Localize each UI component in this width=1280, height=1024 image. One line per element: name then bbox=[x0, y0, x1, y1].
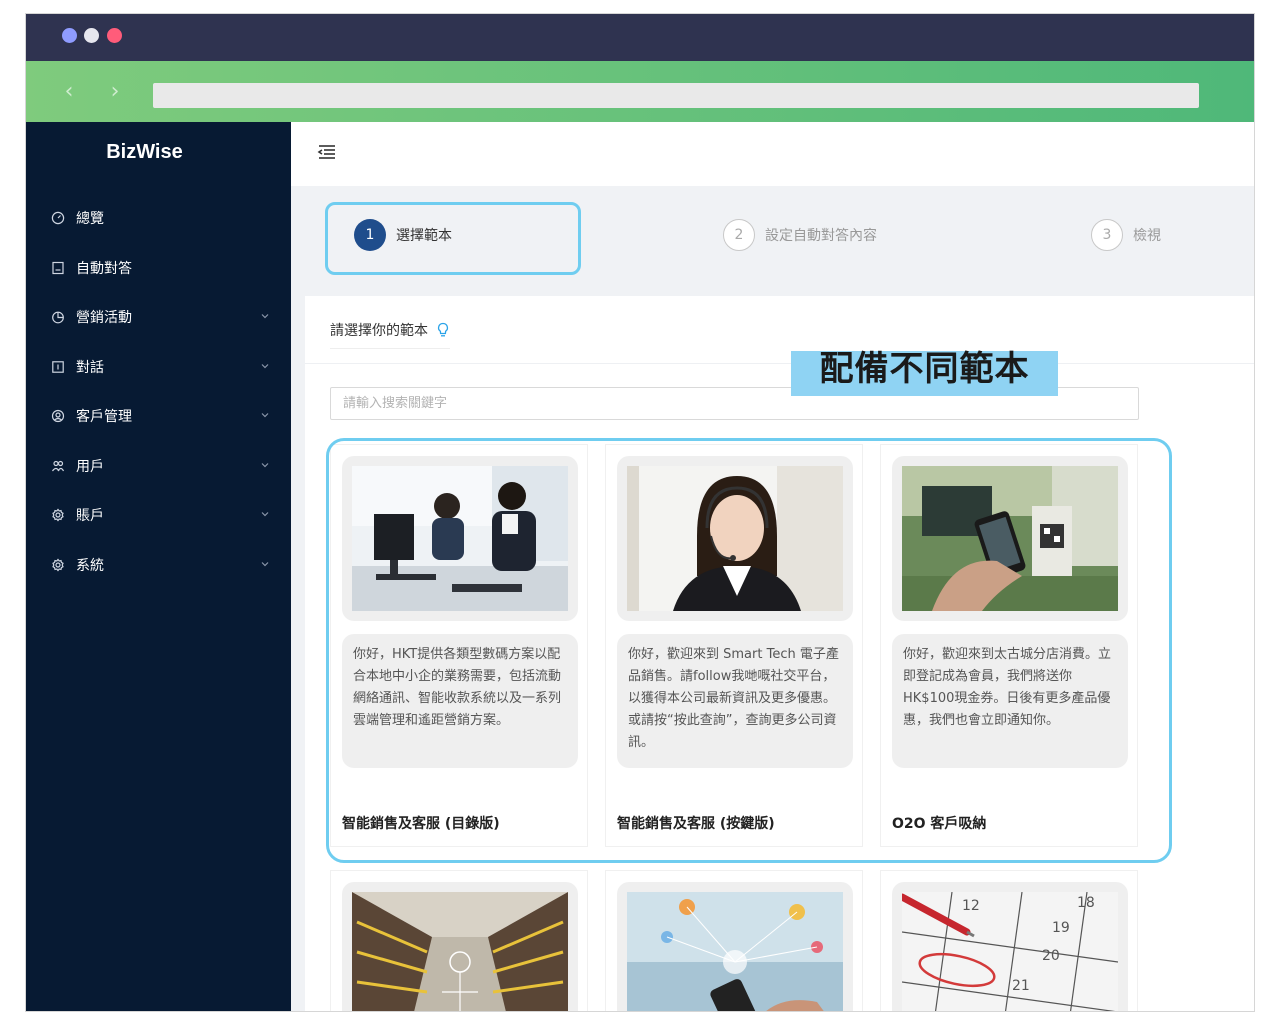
card-image-frame bbox=[892, 456, 1128, 621]
card-image-frame bbox=[342, 456, 578, 621]
template-card[interactable]: 你好，歡迎來到 Smart Tech 電子產品銷售。請follow我哋嘅社交平台… bbox=[605, 444, 863, 847]
chevron-down-icon bbox=[259, 508, 271, 520]
settings-icon bbox=[51, 508, 65, 522]
template-card[interactable] bbox=[330, 870, 588, 1011]
svg-text:19: 19 bbox=[1052, 920, 1070, 936]
svg-text:21: 21 bbox=[1012, 978, 1030, 994]
sidebar-item-users[interactable]: 用戶 bbox=[26, 446, 291, 486]
system-gear-icon bbox=[51, 558, 65, 572]
sidebar-item-label: 賬戶 bbox=[76, 508, 104, 524]
sidebar-item-label: 營銷活動 bbox=[76, 310, 132, 326]
step-label: 檢視 bbox=[1133, 228, 1161, 244]
browser-navbar: ‹ › bbox=[26, 61, 1254, 122]
step-label: 選擇範本 bbox=[396, 228, 452, 244]
window-titlebar bbox=[26, 14, 1254, 61]
card-image-frame bbox=[617, 456, 853, 621]
browser-window: ‹ › BizWise 總覽 自動對答 營銷活動 對話 客戶管理 用戶 賬戶 系… bbox=[25, 13, 1255, 1012]
supermarket-aisle-photo bbox=[352, 892, 568, 1011]
callout-text: 配備不同範本 bbox=[819, 349, 1030, 389]
card-image-frame bbox=[342, 882, 578, 1011]
sidebar: BizWise 總覽 自動對答 營銷活動 對話 客戶管理 用戶 賬戶 系統 bbox=[26, 122, 291, 1011]
sidebar-item-system[interactable]: 系統 bbox=[26, 545, 291, 585]
card-image-frame bbox=[617, 882, 853, 1011]
customer-service-agent-photo bbox=[627, 466, 843, 611]
template-card[interactable]: 12 18 19 20 21 bbox=[880, 870, 1138, 1011]
customer-icon bbox=[51, 409, 65, 423]
brand-logo: BizWise bbox=[106, 141, 183, 163]
chevron-down-icon bbox=[259, 409, 271, 421]
chevron-down-icon bbox=[259, 310, 271, 322]
step-number: 3 bbox=[1091, 219, 1123, 251]
template-message: 你好，HKT提供各類型數碼方案以配合本地中小企的業務需要，包括流動網絡通訊、智能… bbox=[342, 634, 578, 768]
panel-title: 請選擇你的範本 bbox=[330, 320, 450, 349]
sidebar-item-account[interactable]: 賬戶 bbox=[26, 495, 291, 535]
step-label: 設定自動對答內容 bbox=[765, 228, 877, 244]
window-dot-white[interactable] bbox=[84, 28, 99, 43]
sidebar-item-conversation[interactable]: 對話 bbox=[26, 347, 291, 387]
address-bar[interactable] bbox=[153, 83, 1199, 108]
chevron-down-icon bbox=[259, 360, 271, 372]
sidebar-item-customer-management[interactable]: 客戶管理 bbox=[26, 396, 291, 436]
sidebar-item-marketing[interactable]: 營銷活動 bbox=[26, 297, 291, 337]
sidebar-item-label: 系統 bbox=[76, 558, 104, 574]
auto-reply-icon bbox=[51, 261, 65, 275]
smartphone-network-photo bbox=[627, 892, 843, 1011]
step-number: 1 bbox=[354, 219, 386, 251]
template-card[interactable]: 你好，HKT提供各類型數碼方案以配合本地中小企的業務需要，包括流動網絡通訊、智能… bbox=[330, 444, 588, 847]
message-box-icon bbox=[51, 360, 65, 374]
svg-text:20: 20 bbox=[1042, 948, 1060, 964]
chevron-down-icon bbox=[259, 558, 271, 570]
template-title: 智能銷售及客服 (按鍵版) bbox=[617, 816, 775, 832]
sidebar-item-label: 客戶管理 bbox=[76, 409, 132, 425]
menu-collapse-icon[interactable] bbox=[317, 142, 337, 162]
template-message: 你好，歡迎來到 Smart Tech 電子產品銷售。請follow我哋嘅社交平台… bbox=[617, 634, 853, 768]
panel-divider bbox=[305, 363, 1254, 364]
template-message: 你好，歡迎來到太古城分店消費。立即登記成為會員，我們將送你HK$100現金券。日… bbox=[892, 634, 1128, 768]
window-dot-blue[interactable] bbox=[62, 28, 77, 43]
back-arrow-icon[interactable]: ‹ bbox=[58, 81, 80, 103]
forward-arrow-icon[interactable]: › bbox=[104, 81, 126, 103]
sidebar-item-label: 用戶 bbox=[76, 459, 104, 475]
qr-code-scan-photo bbox=[902, 466, 1118, 611]
feature-callout: 配備不同範本 bbox=[791, 349, 1058, 396]
top-bar bbox=[291, 122, 1254, 186]
sidebar-item-overview[interactable]: 總覽 bbox=[26, 198, 291, 238]
svg-text:12: 12 bbox=[962, 898, 980, 914]
window-dot-red[interactable] bbox=[107, 28, 122, 43]
template-panel: 請選擇你的範本 配備不同範本 bbox=[305, 296, 1254, 1011]
svg-text:18: 18 bbox=[1077, 895, 1095, 911]
main-content: 1 選擇範本 2 設定自動對答內容 3 檢視 請選擇你的範本 配 bbox=[291, 122, 1254, 1011]
step-1[interactable]: 1 選擇範本 bbox=[354, 218, 452, 252]
sidebar-item-label: 總覽 bbox=[76, 211, 104, 227]
template-card[interactable]: 你好，歡迎來到太古城分店消費。立即登記成為會員，我們將送你HK$100現金券。日… bbox=[880, 444, 1138, 847]
call-center-team-photo bbox=[352, 466, 568, 611]
template-title: 智能銷售及客服 (目錄版) bbox=[342, 816, 500, 832]
steps-bar: 1 選擇範本 2 設定自動對答內容 3 檢視 bbox=[291, 186, 1254, 296]
card-image-frame: 12 18 19 20 21 bbox=[892, 882, 1128, 1011]
sidebar-item-label: 自動對答 bbox=[76, 261, 132, 277]
template-title: O2O 客戶吸納 bbox=[892, 816, 987, 832]
lightbulb-icon[interactable] bbox=[436, 322, 450, 338]
template-card[interactable] bbox=[605, 870, 863, 1011]
sidebar-item-auto-reply[interactable]: 自動對答 bbox=[26, 248, 291, 288]
users-icon bbox=[51, 459, 65, 473]
dashboard-icon bbox=[51, 211, 65, 225]
pie-chart-icon bbox=[51, 310, 65, 324]
step-2[interactable]: 2 設定自動對答內容 bbox=[723, 218, 877, 252]
calendar-event-photo: 12 18 19 20 21 bbox=[902, 892, 1118, 1011]
panel-title-text: 請選擇你的範本 bbox=[330, 323, 428, 339]
step-3[interactable]: 3 檢視 bbox=[1091, 218, 1161, 252]
sidebar-item-label: 對話 bbox=[76, 360, 104, 376]
chevron-down-icon bbox=[259, 459, 271, 471]
step-number: 2 bbox=[723, 219, 755, 251]
